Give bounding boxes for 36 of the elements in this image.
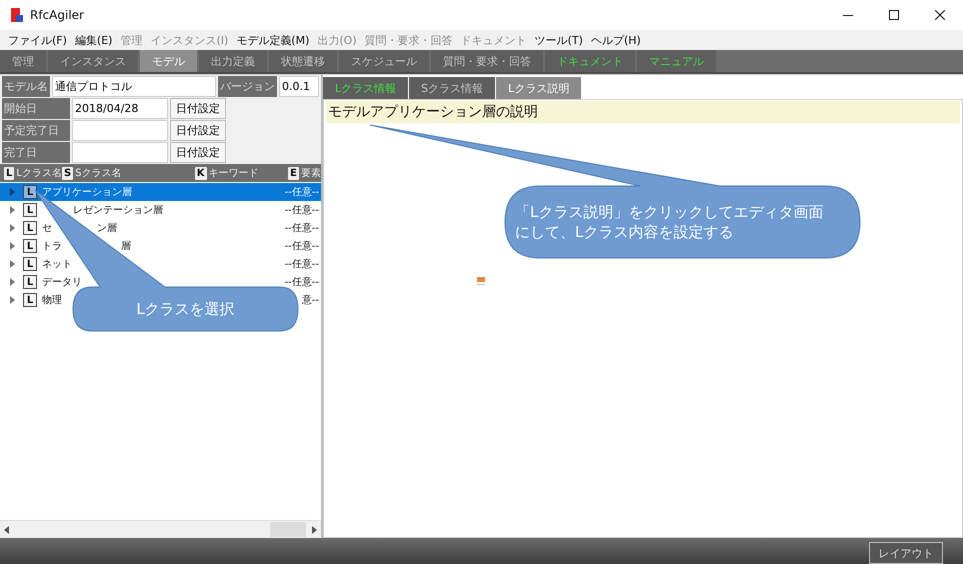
class-value: --任意--: [284, 186, 320, 199]
class-name: セ: [42, 222, 52, 235]
class-value: --任意--: [284, 276, 320, 289]
class-badge: L: [23, 221, 37, 235]
column-badge: K: [194, 166, 207, 180]
class-badge: L: [23, 257, 37, 271]
editor-heading: モデルアプリケーション層の説明: [326, 101, 960, 123]
class-badge: L: [23, 185, 37, 199]
class-value: --任意--: [284, 240, 320, 253]
column-badge: L: [4, 166, 14, 180]
class-badge: L: [23, 293, 37, 307]
column-badge: E: [288, 166, 299, 180]
class-badge: L: [23, 239, 37, 253]
class-value: 意--: [302, 294, 320, 307]
window-title: RfcAgiler: [30, 8, 84, 22]
class-badge: L: [23, 275, 37, 289]
field-label: 開始日: [2, 98, 70, 119]
class-name: トラ: [42, 240, 62, 253]
callout-text: Lクラスを選択: [135, 299, 236, 319]
field-label: バージョン: [218, 76, 277, 97]
class-name: 層: [121, 240, 132, 253]
callout-text: 「Lクラス説明」をクリックしてエディタ画面にして、Lクラス内容を設定する: [515, 202, 824, 242]
class-name: データリ: [42, 276, 82, 289]
class-name: レゼンテーション層: [72, 204, 163, 217]
class-name: ネット: [42, 258, 72, 271]
field-label: 予定完了日: [2, 120, 70, 141]
column-badge: S: [62, 166, 74, 180]
class-name: アプリケーション層: [42, 186, 132, 199]
class-value: --任意--: [284, 258, 320, 271]
field-label: 完了日: [2, 142, 70, 163]
class-name: 物理: [42, 294, 62, 307]
class-badge: L: [23, 203, 37, 217]
class-value: --任意--: [284, 204, 320, 217]
class-value: --任意--: [284, 222, 320, 235]
field-label: モデル名: [2, 76, 50, 97]
class-name: ン層: [96, 222, 117, 235]
